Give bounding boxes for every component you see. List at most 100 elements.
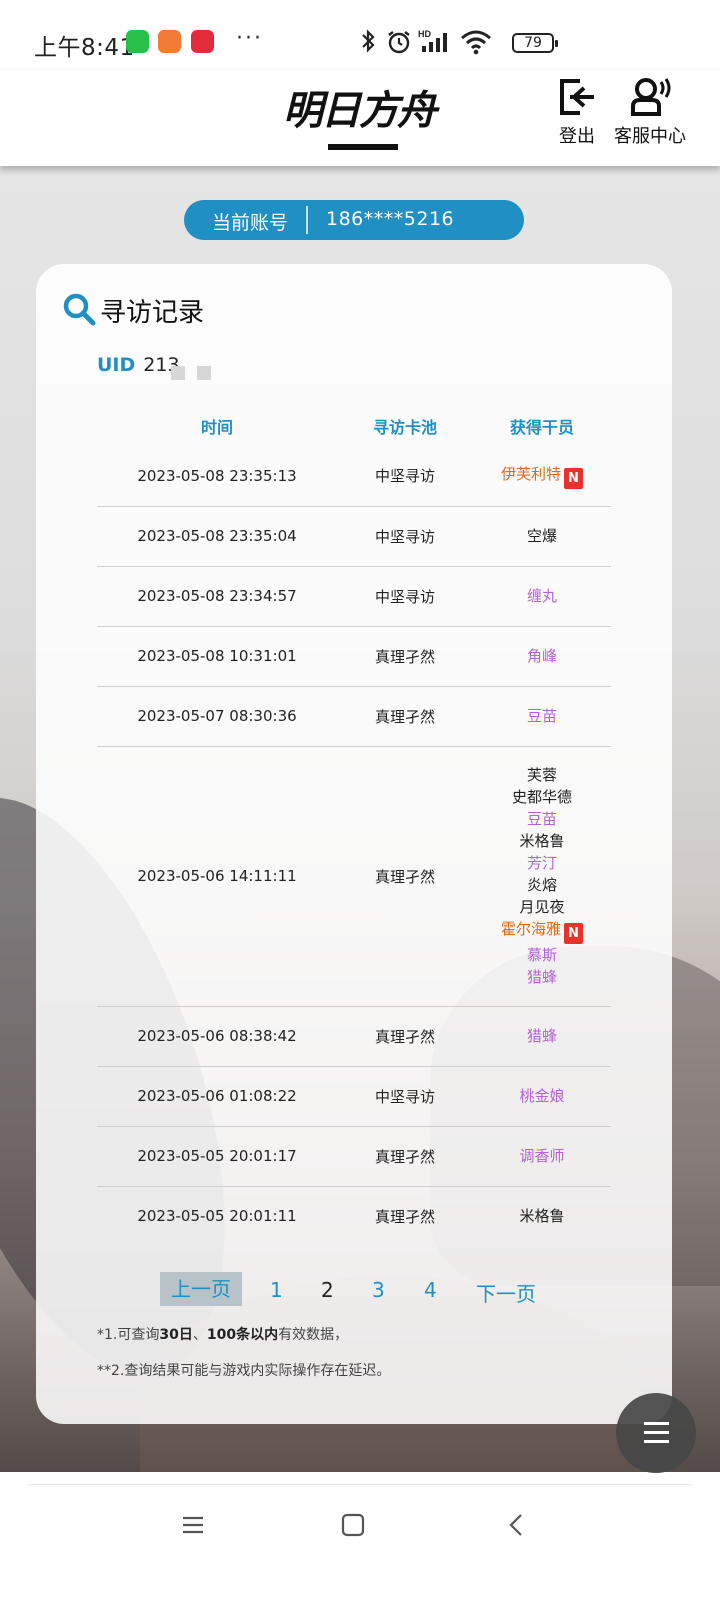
system-navigation-bar xyxy=(0,1472,720,1600)
operator-entry: 米格鲁 xyxy=(473,1205,611,1227)
operator-name: 豆苗 xyxy=(526,810,557,828)
back-icon[interactable] xyxy=(504,1512,530,1538)
customer-service-label: 客服中心 xyxy=(614,126,686,147)
operator-name: 缠丸 xyxy=(526,587,557,605)
operator-name: 猎蜂 xyxy=(526,968,557,986)
search-icon xyxy=(63,293,96,326)
operator-entry: 芙蓉 xyxy=(473,764,611,786)
note-1-count: 100条以内 xyxy=(206,1327,279,1343)
operator-entry: 伊芙利特 N xyxy=(473,463,611,489)
operator-entry: 猎蜂 xyxy=(473,1025,611,1047)
table-row: 2023-05-07 08:30:36 真理孑然 豆苗 xyxy=(97,686,611,747)
record-operators: 缠丸 xyxy=(473,566,611,627)
operator-entry: 桃金娘 xyxy=(473,1085,611,1107)
operator-entry: 空爆 xyxy=(473,525,611,547)
shopping-app-icon xyxy=(158,30,181,53)
table-row: 2023-05-05 20:01:11 真理孑然 米格鲁 xyxy=(97,1186,611,1246)
record-operators: 芙蓉 史都华德 豆苗 米格鲁 芳汀 炎熔 月见夜 霍尔海雅 N 慕斯 猎蜂 xyxy=(473,746,611,1007)
new-badge: N xyxy=(564,467,583,489)
operator-name: 调香师 xyxy=(519,1147,565,1165)
record-time: 2023-05-06 14:11:11 xyxy=(97,746,337,1007)
page-link-2[interactable]: 2 xyxy=(321,1278,334,1302)
table-row: 2023-05-08 23:35:13 中坚寻访 伊芙利特 N xyxy=(97,446,611,507)
operator-entry: 角峰 xyxy=(473,645,611,667)
record-operators: 豆苗 xyxy=(473,686,611,747)
current-account-value: 186****5216 xyxy=(326,208,455,230)
record-time: 2023-05-08 23:35:04 xyxy=(97,506,337,567)
gacha-record-card: 寻访记录 UID 213 时间 寻访卡池 获得干员 2023-05-08 23:3… xyxy=(36,264,672,1424)
operator-entry: 月见夜 xyxy=(473,896,611,918)
operator-entry: 米格鲁 xyxy=(473,830,611,852)
page-link-3[interactable]: 3 xyxy=(372,1278,385,1302)
current-account-label: 当前账号 xyxy=(212,212,289,234)
logo-underline xyxy=(328,144,398,150)
operator-entry: 豆苗 xyxy=(473,808,611,830)
operator-name: 慕斯 xyxy=(526,946,557,964)
page-link-4[interactable]: 4 xyxy=(424,1278,437,1302)
record-operators: 调香师 xyxy=(473,1126,611,1187)
operator-entry: 史都华德 xyxy=(473,786,611,808)
card-title: 寻访记录 xyxy=(100,298,205,328)
record-time: 2023-05-07 08:30:36 xyxy=(97,686,337,747)
operator-entry: 调香师 xyxy=(473,1145,611,1167)
arknights-logo[interactable]: 明日方舟 xyxy=(276,78,442,154)
wifi-icon xyxy=(461,30,491,55)
site-header: 明日方舟 登出 客服中心 xyxy=(0,70,720,166)
column-header-pool: 寻访卡池 xyxy=(372,418,437,437)
customer-service-button[interactable]: 客服中心 xyxy=(614,76,686,148)
menu-icon xyxy=(644,1431,669,1434)
table-row: 2023-05-06 01:08:22 中坚寻访 桃金娘 xyxy=(97,1066,611,1127)
logout-button[interactable]: 登出 xyxy=(556,76,598,148)
menu-button[interactable] xyxy=(616,1393,696,1473)
gacha-record-table: 时间 寻访卡池 获得干员 2023-05-08 23:35:13 中坚寻访 伊芙利特… xyxy=(97,406,611,1246)
menu-icon xyxy=(644,1440,669,1443)
table-row: 2023-05-06 14:11:11 真理孑然 芙蓉 史都华德 豆苗 米格鲁 芳汀 炎熔 月见… xyxy=(97,746,611,1007)
headset-icon xyxy=(631,78,671,116)
uid-redaction xyxy=(197,366,211,380)
record-operators: 米格鲁 xyxy=(473,1186,611,1246)
record-operators: 猎蜂 xyxy=(473,1006,611,1067)
prev-page-button[interactable]: 上一页 xyxy=(160,1272,242,1306)
logout-icon xyxy=(560,79,594,115)
note-1-sep: 、 xyxy=(192,1327,207,1343)
operator-name: 角峰 xyxy=(526,647,557,665)
record-operators: 桃金娘 xyxy=(473,1066,611,1127)
record-time: 2023-05-05 20:01:11 xyxy=(137,1207,297,1226)
red-app-icon xyxy=(191,30,214,53)
next-page-button[interactable]: 下一页 xyxy=(476,1278,536,1307)
record-operators: 角峰 xyxy=(473,626,611,687)
record-time: 2023-05-08 10:31:01 xyxy=(97,626,337,687)
record-pool: 中坚寻访 xyxy=(337,506,473,567)
recent-apps-icon[interactable] xyxy=(180,1512,206,1538)
operator-name: 桃金娘 xyxy=(519,1087,565,1105)
record-time: 2023-05-05 20:01:17 xyxy=(97,1126,337,1187)
operator-entry: 缠丸 xyxy=(473,585,611,607)
record-time: 2023-05-06 01:08:22 xyxy=(97,1066,337,1127)
battery-indicator: 79 xyxy=(512,33,558,53)
status-time: 上午8:41 xyxy=(34,35,135,61)
operator-entry: 猎蜂 xyxy=(473,966,611,988)
operator-entry: 霍尔海雅 N xyxy=(473,918,611,944)
operator-name: 史都华德 xyxy=(511,788,572,806)
record-pool: 中坚寻访 xyxy=(337,1066,473,1127)
note-1-prefix: *1.可查询 xyxy=(97,1327,160,1343)
operator-name: 伊芙利特 xyxy=(500,464,561,483)
operator-name: 霍尔海雅 xyxy=(500,920,561,938)
operator-entry: 慕斯 xyxy=(473,944,611,966)
uid-redaction xyxy=(171,366,185,380)
note-1: *1.可查询30日、100条以内有效数据， xyxy=(97,1324,348,1344)
note-1-suffix: 有效数据， xyxy=(278,1327,349,1343)
svg-text:HD: HD xyxy=(418,29,431,39)
home-icon[interactable] xyxy=(340,1512,366,1538)
record-pool: 真理孑然 xyxy=(337,1126,473,1187)
signal-icon: HD xyxy=(418,29,447,52)
table-row: 2023-05-08 10:31:01 真理孑然 角峰 xyxy=(97,626,611,687)
column-header-time: 时间 xyxy=(200,418,233,437)
logout-label: 登出 xyxy=(559,126,595,147)
operator-name: 月见夜 xyxy=(519,898,565,916)
alarm-icon xyxy=(388,31,410,54)
operator-name: 米格鲁 xyxy=(519,832,565,850)
bluetooth-icon xyxy=(362,29,375,53)
page-link-1[interactable]: 1 xyxy=(270,1278,283,1302)
operator-name: 空爆 xyxy=(526,527,557,545)
